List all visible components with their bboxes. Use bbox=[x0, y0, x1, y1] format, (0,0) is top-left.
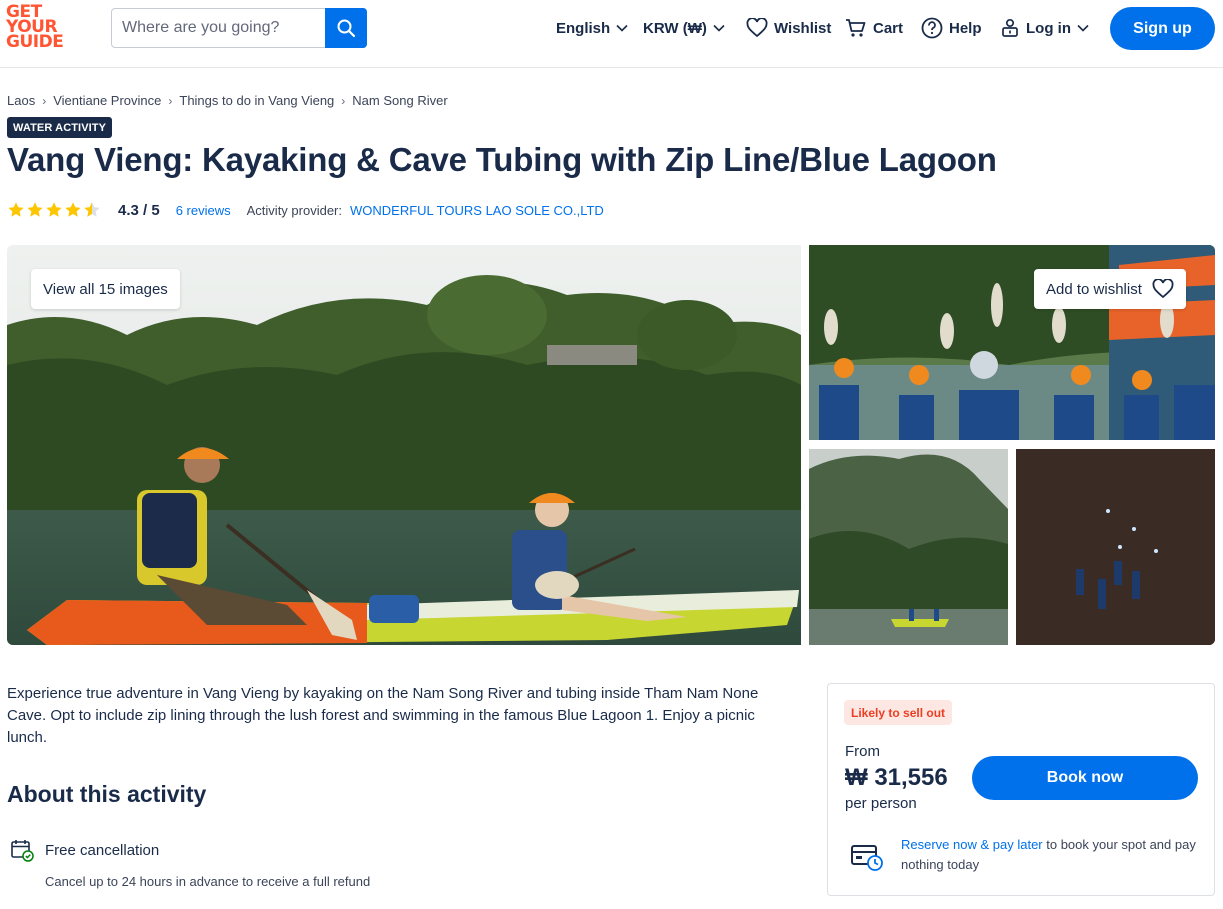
likely-to-sell-out-badge: Likely to sell out bbox=[844, 700, 953, 725]
getyourguide-logo[interactable]: GET YOUR GUIDE bbox=[6, 4, 68, 53]
login-menu[interactable]: Log in bbox=[1000, 16, 1089, 40]
heart-icon bbox=[746, 18, 768, 38]
gallery-image-cave[interactable] bbox=[1016, 449, 1215, 645]
currency-selector[interactable]: KRW (₩) bbox=[643, 16, 725, 40]
wishlist-link[interactable]: Wishlist bbox=[746, 16, 831, 40]
help-icon bbox=[921, 17, 943, 39]
provider-link[interactable]: WONDERFUL TOURS LAO SOLE CO.,LTD bbox=[350, 203, 604, 218]
per-person-label: per person bbox=[845, 795, 917, 812]
breadcrumb: Laos › Vientiane Province › Things to do… bbox=[7, 93, 448, 108]
rating-row: 4.3 / 5 6 reviews Activity provider: WON… bbox=[7, 200, 604, 220]
currency-label: KRW (₩) bbox=[643, 19, 707, 37]
wishlist-label: Wishlist bbox=[774, 19, 832, 37]
view-all-images-button[interactable]: View all 15 images bbox=[31, 269, 180, 309]
star-icon bbox=[27, 202, 43, 217]
site-header: GET YOUR GUIDE English KRW (₩) Wishlist … bbox=[0, 0, 1223, 68]
breadcrumb-vientiane-province[interactable]: Vientiane Province bbox=[53, 93, 161, 108]
feature-free-cancellation: Free cancellation bbox=[10, 838, 159, 862]
reviews-link[interactable]: 6 reviews bbox=[176, 203, 231, 218]
logo-line-3: GUIDE bbox=[6, 32, 64, 52]
help-link[interactable]: Help bbox=[921, 16, 982, 40]
breadcrumb-separator: › bbox=[341, 93, 346, 108]
search-button[interactable] bbox=[325, 8, 367, 48]
book-now-button[interactable]: Book now bbox=[972, 756, 1198, 800]
provider-label: Activity provider: bbox=[246, 202, 343, 218]
price-from-label: From bbox=[845, 743, 880, 760]
search-bar bbox=[111, 8, 367, 48]
category-badge: WATER ACTIVITY bbox=[7, 117, 113, 138]
add-to-wishlist-button[interactable]: Add to wishlist bbox=[1034, 269, 1186, 309]
breadcrumb-things-to-do[interactable]: Things to do in Vang Vieng bbox=[179, 93, 334, 108]
star-icon bbox=[46, 202, 62, 217]
star-icon bbox=[65, 202, 81, 217]
calendar-clock-icon bbox=[851, 845, 883, 871]
star-icon bbox=[8, 202, 24, 217]
chevron-down-icon bbox=[1077, 24, 1089, 32]
gallery-image-kayak-mountain[interactable] bbox=[809, 449, 1008, 645]
heart-icon bbox=[1152, 279, 1174, 299]
breadcrumb-separator: › bbox=[42, 93, 47, 108]
star-rating bbox=[7, 201, 101, 219]
feature-title: Free cancellation bbox=[45, 841, 160, 859]
feature-subtitle: Cancel up to 24 hours in advance to rece… bbox=[45, 874, 371, 889]
breadcrumb-separator: › bbox=[168, 93, 173, 108]
signup-button[interactable]: Sign up bbox=[1110, 7, 1215, 50]
booking-card: Likely to sell out From ₩ 31,556 per per… bbox=[827, 683, 1215, 896]
page-title: Vang Vieng: Kayaking & Cave Tubing with … bbox=[7, 141, 997, 178]
activity-description: Experience true adventure in Vang Vieng … bbox=[7, 685, 759, 746]
search-input[interactable] bbox=[112, 9, 326, 47]
user-lock-icon bbox=[1002, 18, 1018, 37]
chevron-down-icon bbox=[616, 24, 628, 32]
breadcrumb-laos[interactable]: Laos bbox=[7, 93, 35, 108]
cart-label: Cart bbox=[873, 19, 904, 37]
price-value: ₩ 31,556 bbox=[845, 764, 948, 791]
language-label: English bbox=[556, 19, 611, 37]
search-icon bbox=[337, 19, 356, 38]
chevron-down-icon bbox=[713, 24, 725, 32]
reserve-now-pay-later-link[interactable]: Reserve now & pay later bbox=[901, 837, 1043, 852]
calendar-check-icon bbox=[11, 840, 34, 862]
login-label: Log in bbox=[1026, 19, 1071, 37]
help-label: Help bbox=[949, 19, 982, 37]
breadcrumb-nam-song-river[interactable]: Nam Song River bbox=[352, 93, 447, 108]
cart-icon bbox=[846, 19, 866, 37]
add-to-wishlist-label: Add to wishlist bbox=[1046, 280, 1142, 298]
language-selector[interactable]: English bbox=[556, 16, 628, 40]
cart-link[interactable]: Cart bbox=[845, 16, 903, 40]
half-star-icon bbox=[84, 202, 100, 217]
reserve-now-pay-later-text: Reserve now & pay later to book your spo… bbox=[901, 835, 1201, 875]
about-section-title: About this activity bbox=[7, 781, 207, 807]
rating-value: 4.3 / 5 bbox=[118, 201, 160, 219]
